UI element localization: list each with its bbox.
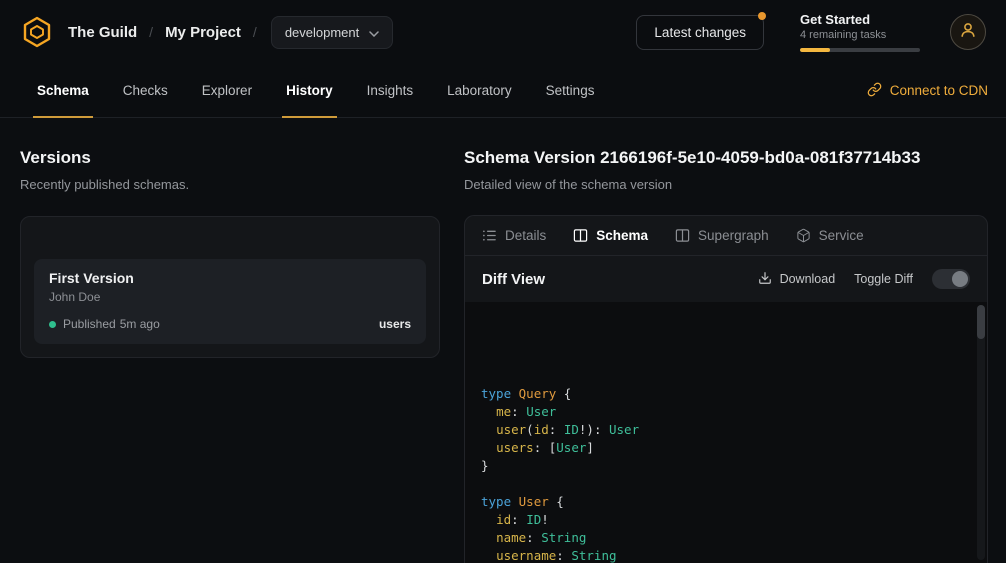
toggle-diff-label: Toggle Diff: [854, 272, 913, 286]
versions-subtitle: Recently published schemas.: [20, 177, 440, 192]
tab-settings[interactable]: Settings: [529, 64, 612, 117]
toggle-knob: [952, 271, 968, 287]
code-scrollbar-track: [977, 305, 985, 560]
detail-tab-schema[interactable]: Schema: [573, 228, 648, 243]
detail-card-tabs: Details Schema Sup: [465, 216, 987, 256]
get-started-subtitle: 4 remaining tasks: [800, 29, 920, 41]
hive-logo-icon[interactable]: [20, 15, 54, 49]
version-list-item[interactable]: First Version John Doe Published 5m ago …: [34, 259, 426, 344]
main-nav: Schema Checks Explorer History Insights …: [0, 64, 1006, 118]
tab-laboratory[interactable]: Laboratory: [430, 64, 529, 117]
get-started-widget[interactable]: Get Started 4 remaining tasks: [800, 12, 920, 52]
version-name: First Version: [49, 270, 411, 286]
app-header: The Guild / My Project / development Lat…: [0, 0, 1006, 64]
columns-icon: [573, 228, 588, 243]
tab-label: Insights: [367, 83, 414, 98]
tab-history[interactable]: History: [269, 64, 350, 117]
versions-title: Versions: [20, 148, 440, 168]
version-detail-panel: Schema Version 2166196f-5e10-4059-bd0a-0…: [464, 118, 1006, 563]
breadcrumb-org[interactable]: The Guild: [68, 24, 137, 41]
download-button[interactable]: Download: [758, 271, 836, 288]
diff-view-toolbar: Diff View Download Toggle Diff: [465, 256, 987, 302]
download-label: Download: [780, 272, 836, 286]
latest-changes-label: Latest changes: [654, 25, 746, 40]
person-icon: [959, 21, 977, 44]
detail-title: Schema Version 2166196f-5e10-4059-bd0a-0…: [464, 148, 988, 168]
detail-tab-service[interactable]: Service: [796, 228, 864, 243]
version-status: Published 5m ago: [63, 317, 160, 331]
connect-cdn-link[interactable]: Connect to CDN: [867, 64, 1003, 117]
tab-schema[interactable]: Schema: [20, 64, 106, 117]
detail-tab-label: Details: [505, 228, 546, 243]
detail-tab-label: Schema: [596, 228, 648, 243]
notification-dot: [758, 12, 766, 20]
connect-cdn-label: Connect to CDN: [890, 83, 988, 98]
detail-card: Details Schema Sup: [464, 215, 988, 563]
breadcrumb-separator: /: [253, 24, 257, 40]
code-scrollbar-thumb[interactable]: [977, 305, 985, 339]
breadcrumb-separator: /: [149, 24, 153, 40]
tab-label: Schema: [37, 83, 89, 98]
tab-explorer[interactable]: Explorer: [185, 64, 269, 117]
diff-actions: Download Toggle Diff: [758, 269, 970, 289]
version-author: John Doe: [49, 290, 411, 304]
version-service-badge: users: [379, 317, 411, 331]
get-started-progress-track: [800, 48, 920, 52]
status-time: 5m ago: [120, 317, 160, 331]
columns-icon: [675, 228, 690, 243]
detail-tab-details[interactable]: Details: [482, 228, 546, 243]
toggle-diff-switch[interactable]: [932, 269, 970, 289]
tab-label: Settings: [546, 83, 595, 98]
detail-tab-label: Supergraph: [698, 228, 769, 243]
detail-tab-supergraph[interactable]: Supergraph: [675, 228, 769, 243]
status-text: Published: [63, 317, 116, 331]
diff-view-title: Diff View: [482, 271, 545, 288]
published-status-dot: [49, 321, 56, 328]
breadcrumb-project[interactable]: My Project: [165, 24, 241, 41]
detail-subtitle: Detailed view of the schema version: [464, 177, 988, 192]
download-icon: [758, 271, 772, 288]
box-icon: [796, 228, 811, 243]
chevron-down-icon: [369, 25, 379, 40]
target-selector-value: development: [285, 25, 359, 40]
tab-label: Laboratory: [447, 83, 512, 98]
tab-label: History: [286, 83, 333, 98]
detail-tab-label: Service: [819, 228, 864, 243]
tab-label: Checks: [123, 83, 168, 98]
tab-checks[interactable]: Checks: [106, 64, 185, 117]
link-icon: [867, 82, 882, 100]
tab-label: Explorer: [202, 83, 252, 98]
versions-panel: Versions Recently published schemas. Fir…: [0, 118, 464, 563]
latest-changes-button[interactable]: Latest changes: [636, 15, 764, 50]
get-started-progress-fill: [800, 48, 830, 52]
get-started-title: Get Started: [800, 12, 920, 27]
version-status-row: Published 5m ago users: [49, 317, 411, 331]
main-content: Versions Recently published schemas. Fir…: [0, 118, 1006, 563]
list-icon: [482, 228, 497, 243]
user-avatar[interactable]: [950, 14, 986, 50]
target-selector[interactable]: development: [271, 16, 393, 49]
breadcrumb: The Guild / My Project /: [68, 24, 257, 41]
code-block[interactable]: type Query { me: User user(id: ID!): Use…: [465, 302, 987, 563]
tab-insights[interactable]: Insights: [350, 64, 431, 117]
versions-card: First Version John Doe Published 5m ago …: [20, 216, 440, 358]
